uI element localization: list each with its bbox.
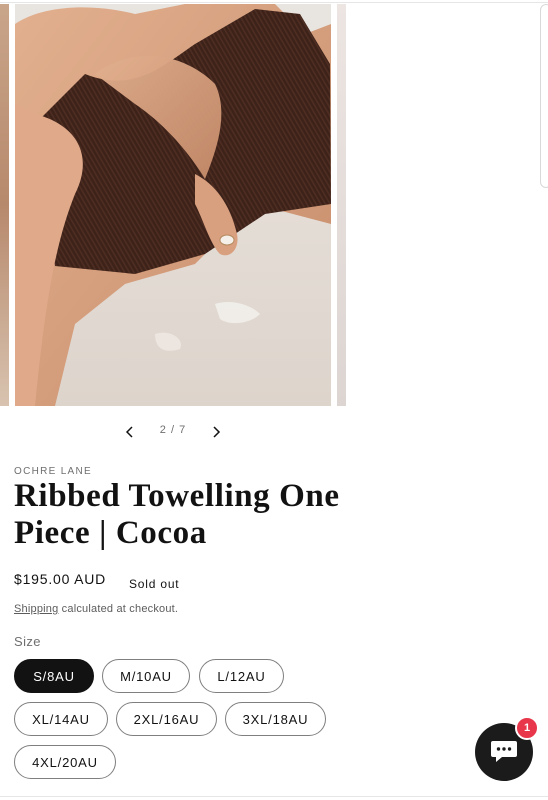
size-option-m[interactable]: M/10AU <box>102 659 190 693</box>
product-price: $195.00 AUD <box>14 571 107 587</box>
chevron-left-icon <box>125 426 133 438</box>
product-photo <box>15 4 331 406</box>
previous-slide-peek[interactable] <box>0 4 9 406</box>
slide-counter: 2 / 7 <box>159 424 187 436</box>
top-divider <box>0 2 548 3</box>
previous-slide-button[interactable] <box>118 420 142 444</box>
size-option-s[interactable]: S/8AU <box>14 659 94 693</box>
sold-out-badge: Sold out <box>129 577 180 591</box>
size-option-l[interactable]: L/12AU <box>199 659 284 693</box>
size-option-xl[interactable]: XL/14AU <box>14 702 108 736</box>
product-image-gallery[interactable] <box>0 4 548 406</box>
size-label: Size <box>14 634 41 649</box>
shipping-note: Shipping calculated at checkout. <box>14 603 178 615</box>
product-vendor: OCHRE LANE <box>14 466 93 477</box>
bottom-divider <box>0 796 548 797</box>
next-slide-button[interactable] <box>204 420 228 444</box>
size-option-2xl[interactable]: 2XL/16AU <box>116 702 217 736</box>
product-title: Ribbed Towelling One Piece | Cocoa <box>14 478 340 551</box>
chevron-right-icon <box>213 426 221 438</box>
size-option-3xl[interactable]: 3XL/18AU <box>225 702 326 736</box>
product-image[interactable] <box>15 4 331 406</box>
size-option-4xl[interactable]: 4XL/20AU <box>14 745 116 779</box>
side-panel-edge <box>540 4 548 188</box>
next-slide-peek[interactable] <box>337 4 346 406</box>
slider-controls: 2 / 7 <box>112 420 232 444</box>
chat-bubble-icon <box>491 741 517 762</box>
shipping-suffix: calculated at checkout. <box>58 603 179 615</box>
chat-notification-badge: 1 <box>515 716 539 740</box>
shipping-link[interactable]: Shipping <box>14 603 58 615</box>
